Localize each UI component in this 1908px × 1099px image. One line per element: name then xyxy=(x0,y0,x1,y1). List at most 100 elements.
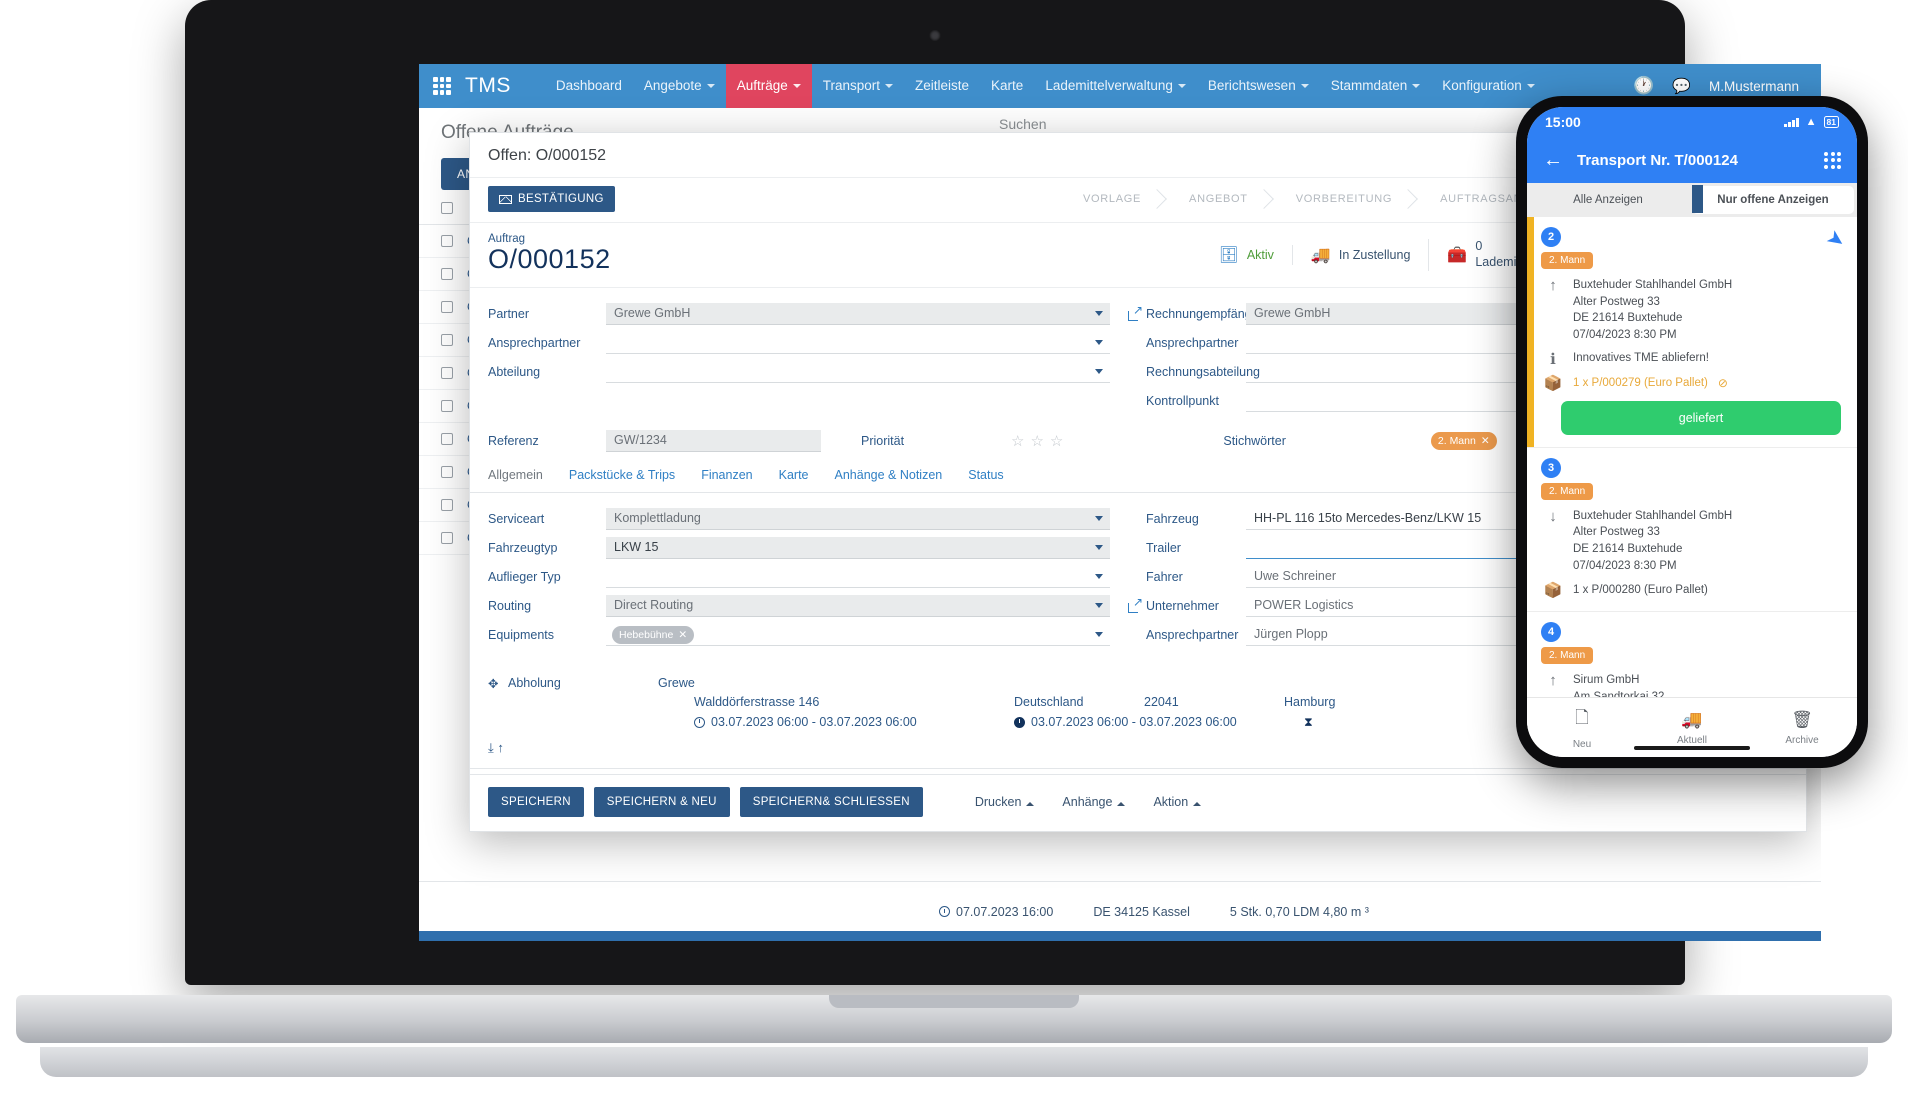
check-circle-icon: ⊘ xyxy=(1717,375,1728,390)
close-icon[interactable]: ✕ xyxy=(1481,435,1490,447)
stop-zustellung[interactable]: ✥ Zustellung Grewe Hannover Deutschland … xyxy=(470,769,1806,774)
equipment-chip-label: Hebebühne xyxy=(619,629,674,642)
field-label: Auflieger Typ xyxy=(488,570,561,585)
bottom-nav-archive[interactable]: 🗑 Archive xyxy=(1747,698,1857,757)
tab-finanzen[interactable]: Finanzen xyxy=(701,468,752,492)
user-name[interactable]: M.Mustermann xyxy=(1709,79,1799,94)
select-all-checkbox[interactable] xyxy=(441,202,453,214)
equipment-chip-wrap: Hebebühne ✕ xyxy=(612,625,695,645)
phone-stops-list[interactable]: 2 2. Mann ➤ ↑ Buxtehuder Stahlhandel Gmb… xyxy=(1527,217,1857,697)
unload-icon[interactable]: ⤓ xyxy=(488,740,494,755)
status-badge: Aktiv xyxy=(1246,248,1274,263)
nav-item-lademittelverwaltung[interactable]: Lademittelverwaltung xyxy=(1034,64,1197,108)
chat-bubbles-icon[interactable]: 💬 xyxy=(1672,77,1691,95)
footer-date-text: 07.07.2023 16:00 xyxy=(956,904,1054,919)
row-checkbox[interactable] xyxy=(441,499,453,511)
equipments-select[interactable]: Hebebühne ✕ xyxy=(606,624,1110,647)
grid-dots-icon[interactable] xyxy=(1824,151,1841,169)
archive-icon: 🗑 xyxy=(1791,709,1813,729)
row-checkbox[interactable] xyxy=(441,400,453,412)
list-item[interactable]: 3 2. Mann ↓ Buxtehuder Stahlhandel GmbH … xyxy=(1527,448,1857,613)
routing-select[interactable]: Direct Routing xyxy=(606,595,1110,618)
speichern-neu-button[interactable]: SPEICHERN & NEU xyxy=(593,787,730,817)
row-checkbox[interactable] xyxy=(441,268,453,280)
equipment-chip[interactable]: Hebebühne ✕ xyxy=(612,626,695,645)
nav-item-karte[interactable]: Karte xyxy=(980,64,1034,108)
status-in-zustellung[interactable]: 🚚 In Zustellung xyxy=(1291,245,1429,266)
tab-karte[interactable]: Karte xyxy=(779,468,809,492)
nav-item-berichtswesen[interactable]: Berichtswesen xyxy=(1197,64,1320,108)
aktion-menu[interactable]: Aktion xyxy=(1153,795,1202,809)
star-icon[interactable]: ☆ xyxy=(1030,432,1043,450)
nav-item-transport[interactable]: Transport xyxy=(812,64,904,108)
abteilung-select[interactable] xyxy=(606,361,1110,384)
bottom-nav-neu[interactable]: 🗋 Neu xyxy=(1527,698,1637,757)
row-checkbox[interactable] xyxy=(441,301,453,313)
nav-label: Lademittelverwaltung xyxy=(1045,78,1173,93)
tab-alle-anzeigen[interactable]: Alle Anzeigen xyxy=(1527,183,1689,217)
referenz-input[interactable]: GW/1234 xyxy=(606,429,821,452)
nav-item-angebote[interactable]: Angebote xyxy=(633,64,726,108)
tab-packstuecke-trips[interactable]: Packstücke & Trips xyxy=(569,468,675,492)
tab-status[interactable]: Status xyxy=(968,468,1003,492)
row-checkbox[interactable] xyxy=(441,433,453,445)
row-checkbox[interactable] xyxy=(441,367,453,379)
navigation-arrow-icon[interactable]: ➤ xyxy=(1822,224,1851,255)
phone-status-bar: 15:00 ▲ 81 xyxy=(1527,107,1857,137)
row-checkbox[interactable] xyxy=(441,334,453,346)
star-icon[interactable]: ☆ xyxy=(1050,432,1063,450)
clock-icon[interactable]: 🕐 xyxy=(1633,76,1654,96)
keyword-chip[interactable]: 2. Mann ✕ xyxy=(1430,432,1497,451)
external-link-icon[interactable] xyxy=(1128,304,1143,321)
field-label: Fahrer xyxy=(1146,570,1183,585)
apps-grid-icon[interactable] xyxy=(433,77,451,95)
row-checkbox[interactable] xyxy=(441,466,453,478)
speichern-schliessen-button[interactable]: SPEICHERN& SCHLIESSEN xyxy=(739,787,923,817)
ansprechpartner-select[interactable] xyxy=(606,332,1110,355)
nav-item-zeitleiste[interactable]: Zeitleiste xyxy=(904,64,980,108)
bestaetigung-button[interactable]: BESTÄTIGUNG xyxy=(488,186,615,212)
nav-item-auftraege[interactable]: Aufträge xyxy=(725,64,812,108)
close-icon[interactable]: ✕ xyxy=(678,629,687,641)
star-icon[interactable]: ☆ xyxy=(1011,432,1024,450)
stop-address-text: Buxtehuder Stahlhandel GmbH Alter Postwe… xyxy=(1573,277,1732,344)
nav-label: Stammdaten xyxy=(1330,78,1408,93)
prioritaet-label: Priorität xyxy=(861,433,905,448)
bottom-accent-bar xyxy=(419,931,1821,941)
move-handle-icon[interactable]: ✥ xyxy=(488,676,502,691)
chevron-down-icon xyxy=(1412,84,1421,89)
nav-item-konfiguration[interactable]: Konfiguration xyxy=(1431,64,1546,108)
stop-package: 📦 1 x P/000279 (Euro Pallet) ⊘ xyxy=(1541,374,1845,392)
tab-nur-offene-anzeigen[interactable]: Nur offene Anzeigen xyxy=(1692,186,1854,214)
list-item[interactable]: 4 2. Mann ↑ Sirum GmbH Am Sandtorkai 32 … xyxy=(1527,612,1857,697)
list-item[interactable]: 2 2. Mann ➤ ↑ Buxtehuder Stahlhandel Gmb… xyxy=(1527,217,1857,448)
serviceart-select[interactable]: Komplettladung xyxy=(606,508,1110,531)
arrow-up-icon[interactable]: ↑ xyxy=(497,740,504,755)
auflieger-typ-select[interactable] xyxy=(606,566,1110,589)
field-partner: Partner Grewe GmbH xyxy=(488,300,1110,329)
row-checkbox[interactable] xyxy=(441,235,453,247)
step-vorbereitung[interactable]: VORBEREITUNG xyxy=(1270,186,1414,212)
anhaenge-menu[interactable]: Anhänge xyxy=(1062,795,1126,809)
back-arrow-icon[interactable]: ← xyxy=(1543,149,1563,172)
external-link-icon[interactable] xyxy=(1128,596,1143,613)
row-checkbox[interactable] xyxy=(441,532,453,544)
step-vorlage[interactable]: VORLAGE xyxy=(1057,186,1163,212)
partner-select[interactable]: Grewe GmbH xyxy=(606,303,1110,326)
tab-anhaenge-notizen[interactable]: Anhänge & Notizen xyxy=(835,468,943,492)
tab-allgemein[interactable]: Allgemein xyxy=(488,468,543,492)
geliefert-button[interactable]: geliefert xyxy=(1561,400,1841,435)
priority-stars[interactable]: ☆ ☆ ☆ xyxy=(1011,432,1063,450)
nav-item-dashboard[interactable]: Dashboard xyxy=(545,64,633,108)
step-angebot[interactable]: ANGEBOT xyxy=(1163,186,1270,212)
stichwoerter-field[interactable]: 2. Mann ✕ xyxy=(1430,431,1497,451)
nav-item-stammdaten[interactable]: Stammdaten xyxy=(1320,64,1432,108)
chevron-down-icon xyxy=(1095,369,1103,375)
status-aktiv[interactable]: 🗄 Aktiv xyxy=(1201,245,1292,265)
fahrzeugtyp-select[interactable]: LKW 15 xyxy=(606,537,1110,560)
drucken-menu[interactable]: Drucken xyxy=(975,795,1035,809)
search-label[interactable]: Suchen xyxy=(999,116,1046,132)
chevron-down-icon xyxy=(1177,84,1186,89)
speichern-button[interactable]: SPEICHERN xyxy=(488,787,584,817)
stop-company: Buxtehuder Stahlhandel GmbH xyxy=(1573,509,1733,522)
